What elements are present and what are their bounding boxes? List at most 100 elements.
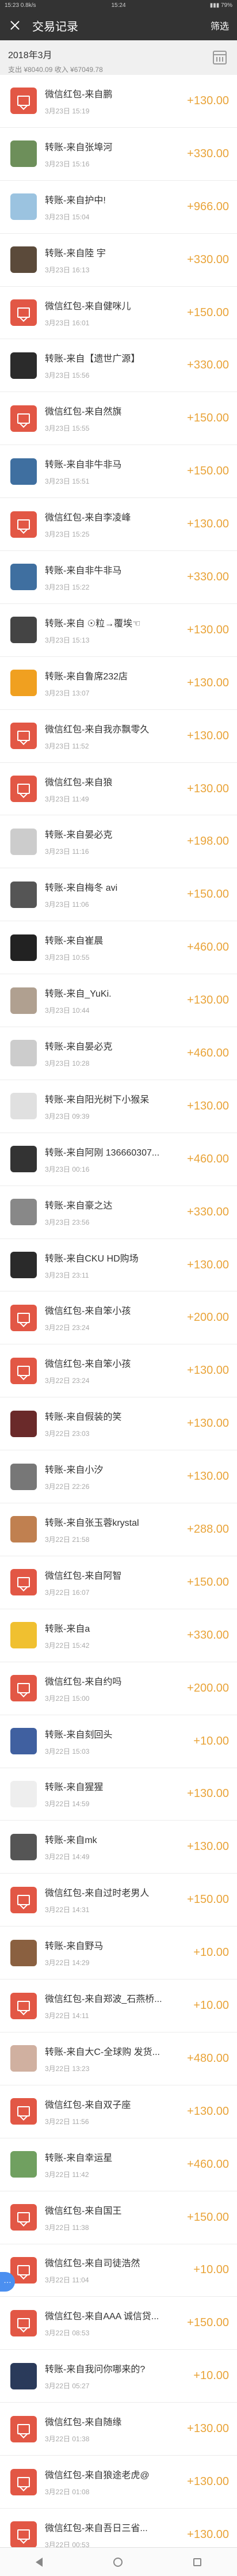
transaction-amount: +10.00 [193, 2369, 229, 2383]
transaction-time: 3月22日 14:29 [45, 1959, 90, 1967]
transaction-row[interactable]: 转账-来自【遗世广源】 3月23日 15:56 +330.00 [0, 339, 237, 393]
transaction-row[interactable]: 转账-来自梅冬 avi 3月23日 11:06 +150.00 [0, 868, 237, 922]
transaction-row[interactable]: 转账-来自张埠河 3月23日 15:16 +330.00 [0, 128, 237, 181]
transaction-row[interactable]: 转账-来自豪之达 3月23日 23:56 +330.00 [0, 1186, 237, 1239]
transaction-row[interactable]: 转账-来自猩猩 3月22日 14:59 +130.00 [0, 1768, 237, 1821]
transaction-amount: +150.00 [187, 1893, 229, 1906]
red-packet-icon [10, 1357, 37, 1384]
transaction-time: 3月23日 11:52 [45, 742, 89, 750]
transaction-row[interactable]: 微信红包-来自过时老男人 3月22日 14:31 +150.00 [0, 1874, 237, 1927]
transaction-time: 3月22日 23:03 [45, 1430, 90, 1438]
transaction-row[interactable]: 微信红包-来自阿智 3月22日 16:07 +150.00 [0, 1556, 237, 1609]
transaction-row[interactable]: 转账-来自小汐 3月22日 22:26 +130.00 [0, 1450, 237, 1504]
transaction-title: 微信红包-来自笨小孩 [45, 1306, 131, 1317]
transaction-row[interactable]: 转账-来自晏必克 3月23日 11:16 +198.00 [0, 815, 237, 869]
transaction-title: 转账-来自猩猩 [45, 1783, 104, 1793]
envelope-icon [17, 519, 30, 530]
nav-home-icon[interactable] [113, 2557, 123, 2567]
transaction-title: 转账-来自梅冬 avi [45, 883, 118, 894]
avatar [10, 1728, 37, 1755]
transaction-row[interactable]: 微信红包-来自狼途老虎@ 3月22日 01:08 +130.00 [0, 2456, 237, 2509]
transaction-row[interactable]: 转账-来自陸 宇 3月23日 16:13 +330.00 [0, 234, 237, 287]
transaction-row[interactable]: 微信红包-来自笨小孩 3月22日 23:24 +200.00 [0, 1291, 237, 1345]
transaction-text: 转账-来自假装的笑 3月22日 23:03 [45, 1409, 181, 1438]
transaction-time: 3月23日 23:56 [45, 1218, 90, 1226]
transaction-row[interactable]: 转账-来自非牛非马 3月23日 15:22 +330.00 [0, 551, 237, 604]
transaction-text: 转账-来自mk 3月22日 14:49 [45, 1832, 181, 1861]
month-title[interactable]: 2018年3月 [8, 47, 229, 61]
transaction-text: 转账-来自我问你哪来的? 3月22日 05:27 [45, 2361, 188, 2391]
transaction-row[interactable]: 转账-来自刻回头 3月22日 15:03 +10.00 [0, 1715, 237, 1768]
transaction-amount: +130.00 [187, 2422, 229, 2436]
transaction-amount: +10.00 [193, 1999, 229, 2012]
transaction-row[interactable]: 微信红包-来自鹏 3月23日 15:19 +130.00 [0, 75, 237, 128]
transaction-time: 3月23日 15:19 [45, 107, 90, 115]
transaction-text: 微信红包-来自笨小孩 3月22日 23:24 [45, 1303, 181, 1332]
nav-back-icon[interactable] [35, 2557, 43, 2567]
transaction-text: 转账-来自 ☉粒→覆埃☜ 3月23日 15:13 [45, 615, 181, 645]
transaction-time: 3月22日 14:59 [45, 1800, 90, 1808]
transaction-row[interactable]: 转账-来自a 3月22日 15:42 +330.00 [0, 1609, 237, 1662]
transaction-row[interactable]: 转账-来自崔晨 3月23日 10:55 +460.00 [0, 921, 237, 975]
transaction-text: 微信红包-来自鹏 3月23日 15:19 [45, 86, 181, 116]
transaction-time: 3月23日 15:55 [45, 424, 90, 433]
transaction-row[interactable]: 转账-来自 ☉粒→覆埃☜ 3月23日 15:13 +130.00 [0, 604, 237, 657]
transaction-time: 3月23日 15:04 [45, 212, 90, 221]
transaction-title: 转账-来自晏必克 [45, 1042, 113, 1052]
transaction-row[interactable]: 转账-来自幸运星 3月22日 11:42 +460.00 [0, 2138, 237, 2191]
transaction-row[interactable]: 微信红包-来自健咪儿 3月23日 16:01 +150.00 [0, 287, 237, 340]
transaction-text: 微信红包-来自约吗 3月22日 15:00 [45, 1674, 181, 1703]
red-packet-icon [10, 2521, 37, 2548]
transaction-text: 转账-来自猩猩 3月22日 14:59 [45, 1779, 181, 1808]
transaction-amount: +130.00 [187, 729, 229, 742]
transaction-row[interactable]: 转账-来自大C-全球购 发货... 3月22日 13:23 +480.00 [0, 2032, 237, 2085]
transaction-time: 3月23日 15:13 [45, 636, 90, 644]
transaction-row[interactable]: 微信红包-来自双子座 3月22日 11:56 +130.00 [0, 2085, 237, 2138]
transaction-row[interactable]: 转账-来自mk 3月22日 14:49 +130.00 [0, 1821, 237, 1874]
transaction-time: 3月23日 13:07 [45, 689, 90, 697]
month-summary: 支出 ¥8040.09 收入 ¥67049.78 [8, 66, 103, 74]
avatar [10, 2045, 37, 2072]
red-packet-icon [10, 2468, 37, 2495]
transaction-row[interactable]: 转账-来自假装的笑 3月22日 23:03 +130.00 [0, 1397, 237, 1451]
transaction-row[interactable]: 转账-来自晏必克 3月23日 10:28 +460.00 [0, 1027, 237, 1080]
transaction-amount: +330.00 [187, 1205, 229, 1218]
transaction-row[interactable]: 微信红包-来自国王 3月22日 11:38 +150.00 [0, 2191, 237, 2244]
transaction-row[interactable]: 微信红包-来自笨小孩 3月22日 23:24 +130.00 [0, 1344, 237, 1398]
filter-button[interactable]: 筛选 [211, 18, 229, 32]
transaction-row[interactable]: 转账-来自鲁席232店 3月23日 13:07 +130.00 [0, 657, 237, 710]
transaction-row[interactable]: 转账-来自_YuKi. 3月23日 10:44 +130.00 [0, 974, 237, 1028]
transaction-text: 转账-来自【遗世广源】 3月23日 15:56 [45, 351, 181, 380]
avatar [10, 987, 37, 1014]
transaction-row[interactable]: 转账-来自我问你哪来的? 3月22日 05:27 +10.00 [0, 2350, 237, 2403]
close-icon[interactable] [8, 18, 22, 32]
transaction-row[interactable]: 微信红包-来自狼 3月23日 11:49 +130.00 [0, 763, 237, 816]
transaction-row[interactable]: 转账-来自张玉蓉krystal 3月22日 21:58 +288.00 [0, 1503, 237, 1556]
month-header: 2018年3月 支出 ¥8040.09 收入 ¥67049.78 [0, 40, 237, 75]
transaction-title: 转账-来自_YuKi. [45, 989, 112, 1000]
transaction-row[interactable]: 微信红包-来自约吗 3月22日 15:00 +200.00 [0, 1662, 237, 1715]
transaction-row[interactable]: 转账-来自护中! 3月23日 15:04 +966.00 [0, 181, 237, 234]
transaction-row[interactable]: 微信红包-来自李凌峰 3月23日 15:25 +130.00 [0, 498, 237, 552]
transaction-row[interactable]: 微信红包-来自AAA 诚信贷... 3月22日 08:53 +150.00 [0, 2297, 237, 2350]
transaction-row[interactable]: 微信红包-来自我亦飘零久 3月23日 11:52 +130.00 [0, 710, 237, 763]
transaction-text: 微信红包-来自然旗 3月23日 15:55 [45, 404, 181, 433]
transaction-row[interactable]: 微信红包-来自郑波_石燕桥... 3月22日 14:11 +10.00 [0, 1980, 237, 2032]
avatar [10, 1199, 37, 1226]
transaction-row[interactable]: 转账-来自阿刚 136660307... 3月23日 00:16 +460.00 [0, 1133, 237, 1186]
transaction-row[interactable]: 转账-来自野马 3月22日 14:29 +10.00 [0, 1927, 237, 1980]
calendar-icon[interactable] [213, 51, 227, 64]
nav-recent-icon[interactable] [193, 2558, 202, 2566]
transaction-row[interactable]: 转账-来自阳光树下小猴呆 3月23日 09:39 +130.00 [0, 1080, 237, 1133]
transaction-time: 3月23日 23:11 [45, 1271, 89, 1279]
transaction-row[interactable]: 微信红包-来自随缘 3月22日 01:38 +130.00 [0, 2403, 237, 2456]
transaction-title: 转账-来自非牛非马 [45, 460, 122, 470]
transaction-row[interactable]: 转账-来自非牛非马 3月23日 15:51 +150.00 [0, 445, 237, 499]
transaction-row[interactable]: 转账-来自CKU HD购场 3月23日 23:11 +130.00 [0, 1239, 237, 1292]
transaction-amount: +10.00 [193, 1946, 229, 1959]
transaction-text: 转账-来自鲁席232店 3月23日 13:07 [45, 668, 181, 698]
avatar [10, 1780, 37, 1807]
transaction-list: 微信红包-来自鹏 3月23日 15:19 +130.00 转账-来自张埠河 3月23日 … [0, 75, 237, 2562]
transaction-row[interactable]: 微信红包-来自司徒浩然 3月22日 11:04 +10.00 [0, 2244, 237, 2297]
transaction-row[interactable]: 微信红包-来自然旗 3月23日 15:55 +150.00 [0, 392, 237, 446]
